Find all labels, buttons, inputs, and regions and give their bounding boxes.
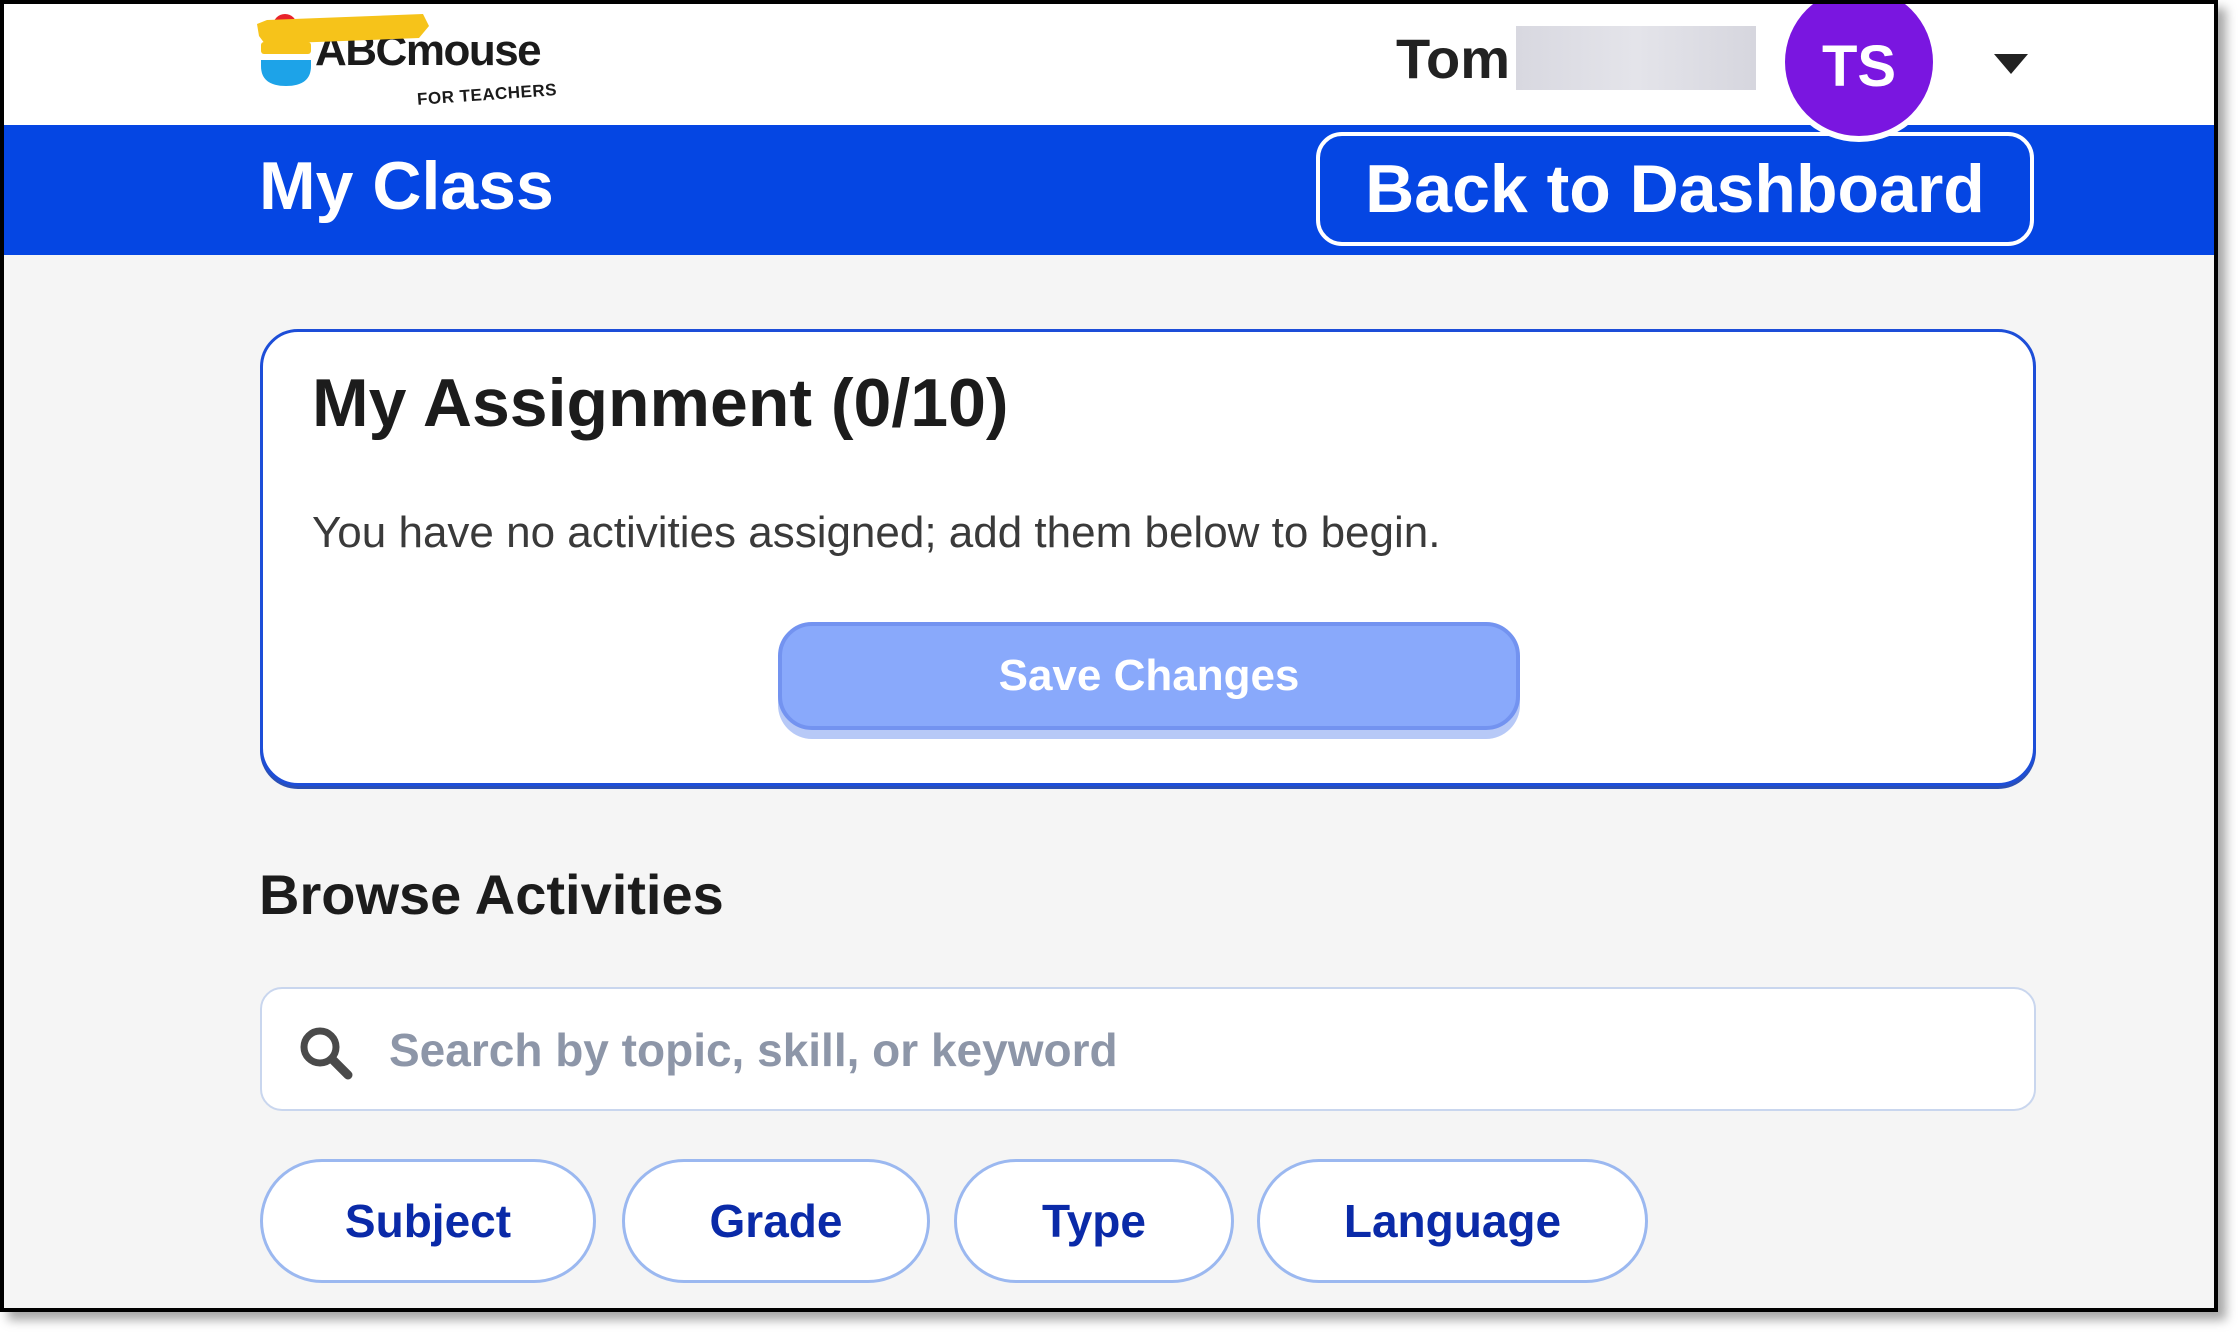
filter-grade-button[interactable]: Grade <box>622 1159 930 1283</box>
caret-down-icon[interactable] <box>1994 54 2028 74</box>
user-name: Tom <box>1396 27 1511 90</box>
assignment-empty-message: You have no activities assigned; add the… <box>312 508 1441 557</box>
filter-type-button[interactable]: Type <box>954 1159 1234 1283</box>
filter-language-button[interactable]: Language <box>1257 1159 1648 1283</box>
assignment-card: My Assignment (0/10) You have no activit… <box>260 329 2036 786</box>
browse-activities-heading: Browse Activities <box>259 863 724 926</box>
search-box <box>260 987 2036 1111</box>
abcmouse-logo[interactable]: ABCmouse FOR TEACHERS <box>257 12 587 117</box>
logo-ribbon-icon <box>257 14 429 44</box>
assignment-title: My Assignment (0/10) <box>312 365 1009 441</box>
page-title-bar: My Class Back to Dashboard <box>4 125 2214 255</box>
filter-subject-button[interactable]: Subject <box>260 1159 596 1283</box>
page-title: My Class <box>259 148 554 224</box>
logo-ribbon-label: FOR TEACHERS <box>416 80 558 109</box>
search-input[interactable] <box>387 1013 1991 1087</box>
redacted-surname <box>1516 26 1756 90</box>
top-bar: ABCmouse FOR TEACHERS Tom TS <box>4 4 2214 142</box>
avatar-initials: TS <box>1821 33 1897 99</box>
app-window: ABCmouse FOR TEACHERS Tom TS My Class Ba… <box>0 0 2218 1312</box>
search-icon <box>300 1027 353 1080</box>
save-changes-button[interactable]: Save Changes <box>778 622 1520 730</box>
back-to-dashboard-button[interactable]: Back to Dashboard <box>1316 132 2034 246</box>
